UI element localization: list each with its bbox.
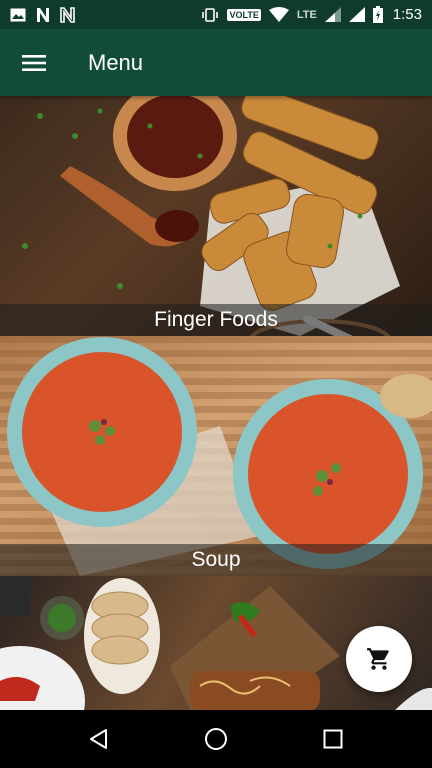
- recents-icon: [323, 729, 343, 749]
- n-icon: [36, 7, 50, 23]
- vibrate-icon: [201, 7, 219, 22]
- cart-icon: [367, 648, 389, 670]
- n-outline-icon: [60, 6, 75, 23]
- signal-icon: [348, 7, 365, 22]
- page-title: Menu: [88, 49, 144, 75]
- finger-foods-image: [0, 96, 432, 336]
- home-icon: [204, 728, 227, 750]
- category-label: Soup: [0, 544, 432, 576]
- back-button[interactable]: [75, 715, 123, 763]
- status-right: VOLTE LTE 1:53: [201, 6, 422, 23]
- hamburger-menu-button[interactable]: [2, 31, 66, 95]
- home-button[interactable]: [192, 715, 240, 763]
- category-tile-finger-foods[interactable]: Finger Foods: [0, 96, 432, 336]
- image-icon: [10, 8, 26, 22]
- soup-image: [0, 336, 432, 576]
- wifi-icon: [268, 7, 289, 22]
- lte-label: LTE: [296, 8, 317, 21]
- status-time: 1:53: [392, 6, 422, 23]
- status-bar: VOLTE LTE 1:53: [0, 0, 432, 29]
- status-left: [10, 6, 75, 23]
- category-label: Finger Foods: [0, 304, 432, 336]
- cart-fab-button[interactable]: [346, 626, 412, 692]
- signal-r-icon: [324, 7, 341, 22]
- recents-button[interactable]: [309, 715, 357, 763]
- app-bar: Menu: [0, 29, 432, 96]
- battery-charging-icon: [372, 6, 383, 23]
- volte-badge: VOLTE: [227, 8, 261, 21]
- category-tile-soup[interactable]: Soup: [0, 336, 432, 576]
- hamburger-icon: [22, 54, 46, 71]
- menu-category-list: Finger Foods Soup: [0, 96, 432, 710]
- system-nav-bar: [0, 710, 432, 768]
- back-icon: [89, 729, 107, 749]
